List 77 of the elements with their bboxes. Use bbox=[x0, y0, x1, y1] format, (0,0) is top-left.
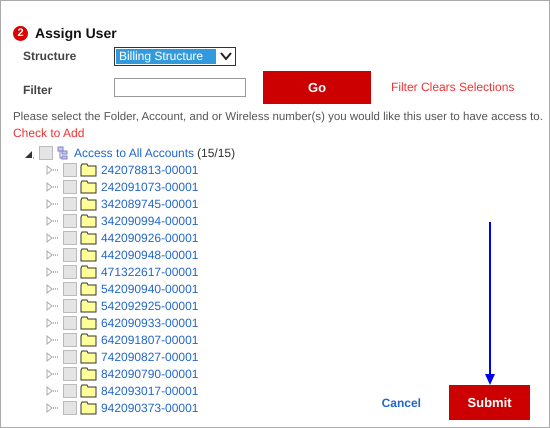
folder-icon bbox=[80, 282, 97, 296]
structure-dropdown[interactable]: Billing Structure bbox=[114, 46, 236, 66]
account-link[interactable]: 842090790-00001 bbox=[101, 366, 198, 380]
expand-icon[interactable] bbox=[46, 232, 60, 244]
cancel-link[interactable]: Cancel bbox=[382, 396, 421, 410]
filter-label: Filter bbox=[23, 83, 54, 97]
folder-icon bbox=[80, 214, 97, 228]
account-link[interactable]: 942090373-00001 bbox=[101, 400, 198, 414]
checkbox[interactable] bbox=[63, 162, 77, 176]
expand-icon[interactable] bbox=[46, 214, 60, 226]
account-link[interactable]: 342090994-00001 bbox=[101, 214, 198, 228]
expand-icon[interactable] bbox=[46, 282, 60, 294]
tree-root-link[interactable]: Access to All Accounts bbox=[74, 146, 194, 160]
checkbox[interactable] bbox=[63, 230, 77, 244]
account-link[interactable]: 642090933-00001 bbox=[101, 316, 198, 330]
checkbox[interactable] bbox=[63, 214, 77, 228]
checkbox[interactable] bbox=[63, 264, 77, 278]
folder-icon bbox=[80, 332, 97, 346]
folder-icon bbox=[80, 248, 97, 262]
folder-icon bbox=[80, 316, 97, 330]
expand-icon[interactable] bbox=[46, 248, 60, 260]
account-count: (15/15) bbox=[197, 146, 236, 160]
checkbox[interactable] bbox=[39, 146, 53, 160]
folder-icon bbox=[80, 230, 97, 244]
account-link[interactable]: 471322617-00001 bbox=[101, 264, 198, 278]
expand-icon[interactable] bbox=[46, 316, 60, 328]
checkbox[interactable] bbox=[63, 248, 77, 262]
account-link[interactable]: 742090827-00001 bbox=[101, 350, 198, 364]
checkbox[interactable] bbox=[63, 366, 77, 380]
expand-icon[interactable] bbox=[46, 300, 60, 312]
down-arrow-icon bbox=[484, 222, 496, 386]
checkbox[interactable] bbox=[63, 298, 77, 312]
folder-icon bbox=[80, 366, 97, 380]
expand-icon[interactable] bbox=[46, 384, 60, 396]
folder-icon bbox=[80, 264, 97, 278]
section-title: Assign User bbox=[35, 25, 117, 41]
submit-button[interactable]: Submit bbox=[449, 385, 530, 420]
account-link[interactable]: 842093017-00001 bbox=[101, 384, 198, 398]
checkbox[interactable] bbox=[63, 282, 77, 296]
checkbox[interactable] bbox=[63, 196, 77, 210]
expand-icon[interactable] bbox=[46, 164, 60, 176]
checkbox[interactable] bbox=[63, 384, 77, 398]
expand-icon[interactable] bbox=[46, 350, 60, 362]
folder-icon bbox=[80, 298, 97, 312]
expand-icon[interactable] bbox=[46, 266, 60, 278]
checkbox[interactable] bbox=[63, 316, 77, 330]
folder-icon bbox=[80, 384, 97, 398]
instructions-text: Please select the Folder, Account, and or Wireless number(s) you would like this user to have access to. bbox=[13, 111, 544, 123]
folder-icon bbox=[80, 350, 97, 364]
folder-icon bbox=[80, 162, 97, 176]
checkbox[interactable] bbox=[63, 332, 77, 346]
account-link[interactable]: 542092925-00001 bbox=[101, 298, 198, 312]
filter-field[interactable] bbox=[114, 78, 246, 96]
filter-note: Filter Clears Selections bbox=[391, 80, 514, 94]
account-link[interactable]: 642091807-00001 bbox=[101, 332, 198, 346]
check-to-add-text: Check to Add bbox=[13, 126, 86, 140]
folder-icon bbox=[80, 400, 97, 414]
folder-icon bbox=[80, 180, 97, 194]
expand-icon[interactable] bbox=[46, 180, 60, 192]
checkbox[interactable] bbox=[63, 180, 77, 194]
hierarchy-icon bbox=[57, 146, 69, 160]
step-number: 2 bbox=[13, 26, 28, 40]
account-link[interactable]: 342089745-00001 bbox=[101, 196, 198, 210]
expand-icon[interactable] bbox=[46, 368, 60, 380]
expand-icon[interactable] bbox=[46, 402, 60, 414]
structure-label: Structure bbox=[23, 49, 78, 63]
checkbox[interactable] bbox=[63, 400, 77, 414]
account-link[interactable]: 442090948-00001 bbox=[101, 248, 198, 262]
account-link[interactable]: 242091073-00001 bbox=[101, 180, 198, 194]
expand-icon[interactable] bbox=[46, 198, 60, 210]
account-link[interactable]: 442090926-00001 bbox=[101, 230, 198, 244]
account-link[interactable]: 542090940-00001 bbox=[101, 282, 198, 296]
expand-icon[interactable] bbox=[46, 334, 60, 346]
account-link[interactable]: 242078813-00001 bbox=[101, 162, 198, 176]
folder-icon bbox=[80, 196, 97, 210]
checkbox[interactable] bbox=[63, 350, 77, 364]
go-button[interactable]: Go bbox=[263, 70, 371, 104]
